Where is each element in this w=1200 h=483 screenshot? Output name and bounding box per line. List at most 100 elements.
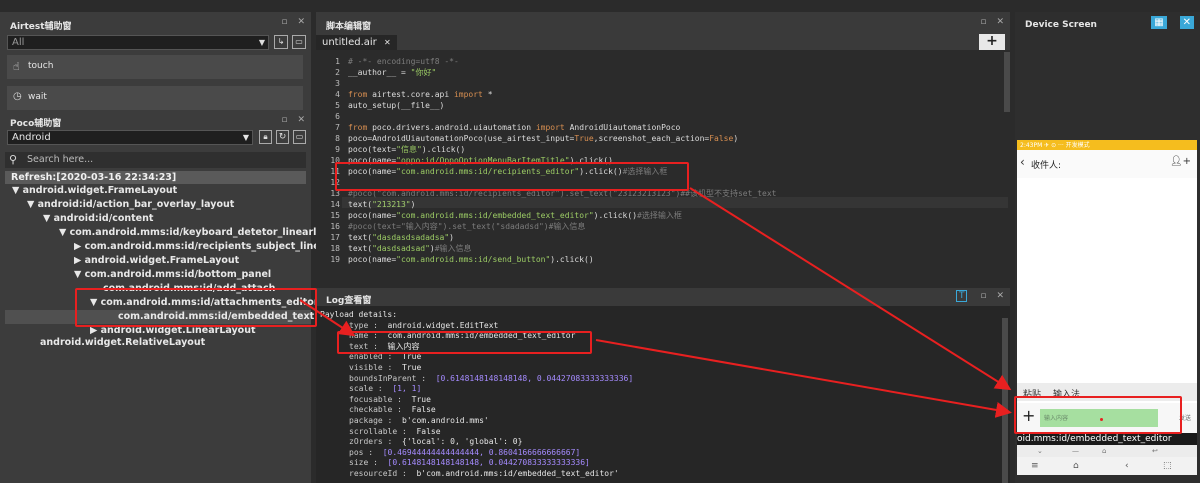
log-field-key: focusable :	[349, 394, 402, 404]
log-field-row: visible : True	[349, 363, 1000, 374]
clock-icon: ◷	[13, 91, 22, 102]
code-line[interactable]: 18 text("dasdsadsad")#输入信息	[324, 243, 1006, 254]
code-line[interactable]: 3	[324, 78, 1006, 89]
keyboard-toolbar: ⌄ — ⌂ ↩	[1017, 445, 1197, 457]
script-editor-title: 脚本编辑窗	[326, 22, 372, 32]
code-line[interactable]: 1 # -*- encoding=utf8 -*-	[324, 56, 1006, 67]
log-field-key: type :	[349, 320, 378, 330]
tree-node[interactable]: ▼ com.android.mms:id/keyboard_detetor_li…	[59, 226, 334, 240]
code-line[interactable]: 17 text("dasdasdsadadsa")	[324, 232, 1006, 243]
float-icon[interactable]: ▫	[281, 17, 287, 27]
tree-node[interactable]: ▼ android.widget.FrameLayout	[12, 184, 177, 198]
keyboard-collapse-icon[interactable]: —	[1072, 445, 1079, 457]
log-field-key: resourceId :	[349, 468, 407, 478]
phone-status-text: 2:43PM ✈ ⊙ ··· 开发模式	[1020, 142, 1090, 149]
code-line[interactable]: 16 #poco(text="输入内容").set_text("sdadadsd"…	[324, 221, 1006, 232]
log-scrollbar[interactable]	[1002, 318, 1008, 483]
menu-icon[interactable]: ≡	[1031, 457, 1039, 475]
code-lines: 1 # -*- encoding=utf8 -*- 2 __author__ = "你…	[316, 56, 1006, 265]
log-field-value: [0.6148148148148148, 0.04427083333333333…	[387, 458, 590, 468]
line-number: 6	[335, 112, 340, 121]
poco-search-box[interactable]: ⚲ Search here...	[5, 152, 306, 168]
grid-icon[interactable]: ▦	[1151, 16, 1167, 29]
vertical-scrollbar[interactable]	[1004, 52, 1010, 112]
lock-icon[interactable]: 🔒︎	[259, 130, 272, 144]
recipient-label: 收件人:	[1031, 161, 1062, 171]
poco-mode-select[interactable]: Android ▼	[7, 130, 253, 145]
code-token: poco=AndroidUiautomationPoco(use_airtest…	[348, 134, 575, 143]
code-line[interactable]: 2 __author__ = "你好"	[324, 67, 1006, 78]
float-icon[interactable]: ▫	[980, 17, 986, 27]
code-token: ).click()	[421, 145, 466, 154]
log-field-row: resourceId : b'com.android.mms:id/embedd…	[349, 469, 1000, 480]
log-panel-header: Log查看窗 T ▫ ✕	[316, 288, 1010, 306]
tree-node[interactable]: ▶ com.android.mms:id/recipients_subject_…	[74, 240, 331, 254]
airtest-filter-select[interactable]: All ▼	[7, 35, 269, 50]
home-icon[interactable]: ⌂	[1073, 457, 1079, 475]
log-field-key: boundsInParent :	[349, 373, 427, 383]
log-field-value: [0.6148148148148148, 0.04427083333333336…	[435, 373, 634, 383]
current-line-highlight	[342, 197, 1008, 208]
code-token: text(	[348, 233, 373, 242]
line-number: 5	[335, 101, 340, 110]
airtest-item-wait[interactable]: ◷ wait	[7, 86, 303, 110]
code-line[interactable]: 4 from airtest.core.api import *	[324, 89, 1006, 100]
keyboard-hide-icon[interactable]: ⌄	[1037, 445, 1043, 457]
recents-icon[interactable]: ⬚	[1163, 457, 1172, 475]
code-token: )	[449, 233, 454, 242]
close-icon[interactable]: ✕	[297, 17, 305, 27]
code-token: AndroidUiautomationPoco	[564, 123, 681, 132]
code-line[interactable]: 6	[324, 111, 1006, 122]
line-number: 2	[335, 68, 340, 77]
close-icon[interactable]: ✕	[297, 115, 305, 125]
log-field-row: focusable : True	[349, 395, 1000, 406]
recipient-row[interactable]: ‹ 收件人: 👤︎+	[1017, 150, 1197, 178]
keyboard-home-icon[interactable]: ⌂	[1102, 445, 1106, 457]
close-icon[interactable]: ✕	[996, 291, 1004, 301]
code-line[interactable]: 15 poco(name="com.android.mms:id/embedded…	[324, 210, 1006, 221]
new-script-button[interactable]: +	[979, 34, 1005, 50]
log-field-value: [0.46944444444444444, 0.8604166666666667…	[382, 447, 581, 457]
code-line[interactable]: 5 auto_setup(__file__)	[324, 100, 1006, 111]
code-line[interactable]: 19 poco(name="com.android.mms:id/send_but…	[324, 254, 1006, 265]
tab-close-icon[interactable]: ✕	[384, 38, 391, 47]
tree-node[interactable]: ▶ android.widget.FrameLayout	[74, 254, 239, 268]
float-icon[interactable]: ▫	[281, 115, 287, 125]
code-line[interactable]: 9 poco(text="信息").click()	[324, 144, 1006, 155]
back-arrow-icon[interactable]: ‹	[1020, 155, 1025, 169]
code-line[interactable]: 7 from poco.drivers.android.uiautomation …	[324, 122, 1006, 133]
airtest-item-touch[interactable]: ☝ touch	[7, 55, 303, 79]
code-token: "com.android.mms:id/send_button"	[396, 255, 551, 264]
inspect-icon[interactable]: ▭	[293, 130, 306, 144]
back-icon[interactable]: ‹	[1125, 457, 1129, 475]
log-header: Payload details:	[320, 310, 398, 319]
filter-icon[interactable]: T	[955, 290, 968, 302]
line-number: 8	[335, 134, 340, 143]
hand-pointer-icon: ☝	[13, 60, 20, 73]
airtest-item-label: wait	[28, 92, 47, 102]
log-panel-title: Log查看窗	[326, 296, 372, 306]
script-editor-header: 脚本编辑窗 ▫ ✕	[316, 12, 1010, 34]
phone-status-bar: 2:43PM ✈ ⊙ ··· 开发模式	[1017, 140, 1197, 150]
add-contact-icon[interactable]: 👤︎+	[1170, 156, 1191, 167]
log-field-key: size :	[349, 458, 378, 468]
tree-node[interactable]: ▼ android:id/content	[43, 212, 153, 226]
screenshot-icon[interactable]: ▭	[292, 35, 306, 49]
refresh-icon[interactable]: ↻	[276, 130, 289, 144]
record-icon[interactable]: ↳	[274, 35, 288, 49]
log-field-value: False	[411, 405, 436, 415]
line-number: 15	[330, 211, 340, 220]
tree-node[interactable]: ▼ android:id/action_bar_overlay_layout	[27, 198, 234, 212]
log-field-key: visible :	[349, 362, 393, 372]
code-line[interactable]: 8 poco=AndroidUiautomationPoco(use_airtes…	[324, 133, 1006, 144]
tools-icon[interactable]: ✕	[1179, 16, 1194, 29]
poco-panel-title: Poco辅助窗	[10, 119, 62, 129]
log-field-value: [1, 1]	[392, 384, 422, 394]
editor-tab[interactable]: untitled.air ✕	[316, 35, 397, 50]
keyboard-back-icon[interactable]: ↩	[1152, 445, 1158, 457]
poco-search-input[interactable]: Search here...	[27, 154, 93, 165]
tree-node[interactable]: android.widget.RelativeLayout	[40, 336, 205, 350]
tree-node[interactable]: ▼ com.android.mms:id/bottom_panel	[74, 268, 271, 282]
close-icon[interactable]: ✕	[996, 17, 1004, 27]
float-icon[interactable]: ▫	[980, 291, 986, 301]
